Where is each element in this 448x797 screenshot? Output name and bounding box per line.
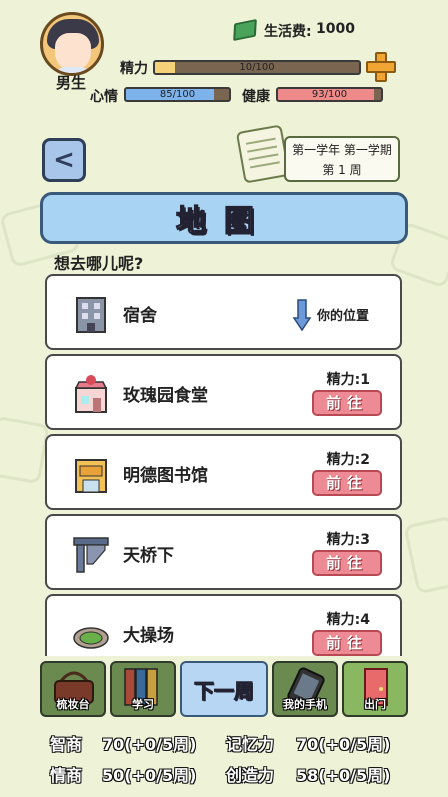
memory-label: 记忆力 <box>226 735 275 754</box>
page-title: 地图 <box>175 203 272 239</box>
health-label: 健康 <box>242 89 270 105</box>
background-decoration <box>403 515 448 595</box>
location-card-library[interactable]: 明德图书馆 精力:2 前往 <box>45 434 402 510</box>
dresser-label: 梳妆台 <box>56 698 90 711</box>
library-icon <box>75 459 107 493</box>
chevron-left-icon: < <box>53 145 75 175</box>
eq-label: 情商 <box>50 766 83 785</box>
location-name: 玫瑰园食堂 <box>123 386 208 406</box>
mood-value: 85/100 <box>159 89 196 100</box>
background-decoration <box>0 415 50 485</box>
location-card-overpass[interactable]: 天桥下 精力:3 前往 <box>45 514 402 590</box>
location-name: 天桥下 <box>123 546 174 566</box>
gender-label: 男生 <box>56 74 87 92</box>
my-phone-button[interactable]: 我的手机 <box>272 661 338 717</box>
my-phone-label: 我的手机 <box>283 698 327 711</box>
energy-cost: 精力:1 <box>326 372 370 388</box>
next-week-label: 下一周 <box>194 678 255 703</box>
go-out-button[interactable]: 出门 <box>342 661 408 717</box>
energy-value: 10/100 <box>239 62 275 73</box>
study-label: 学习 <box>132 698 154 711</box>
sports-field-icon <box>73 627 109 649</box>
player-avatar[interactable] <box>40 12 104 76</box>
energy-cost: 精力:4 <box>326 612 370 628</box>
money-icon <box>233 18 257 42</box>
map-title-banner: 地图 <box>40 192 408 244</box>
location-name: 明德图书馆 <box>123 466 208 486</box>
energy-bar: 10/100 <box>153 60 361 75</box>
destination-prompt: 想去哪儿呢? <box>54 254 144 273</box>
dorm-building-icon <box>76 297 106 333</box>
creativity-value: 58(+0/5周) <box>296 766 391 785</box>
location-name: 大操场 <box>123 626 174 646</box>
go-out-label: 出门 <box>364 698 386 711</box>
cafeteria-icon <box>74 375 108 413</box>
health-value: 93/100 <box>311 89 348 100</box>
go-button[interactable]: 前往 <box>312 470 382 496</box>
add-energy-plus-icon[interactable] <box>366 52 396 82</box>
calendar-notepad-icon <box>235 124 291 184</box>
location-list[interactable]: 宿舍 你的位置 玫瑰园食堂 精力:1 前往 明德图书馆 精力:2 前往 天桥下 … <box>45 274 402 656</box>
energy-cost: 精力:2 <box>326 452 370 468</box>
current-location-arrow-icon <box>293 299 311 332</box>
study-button[interactable]: 学习 <box>110 661 176 717</box>
money-label: 生活费: <box>264 24 312 40</box>
location-card-dorm[interactable]: 宿舍 你的位置 <box>45 274 402 350</box>
dresser-button[interactable]: 梳妆台 <box>40 661 106 717</box>
location-card-sports-field[interactable]: 大操场 精力:4 前往 <box>45 594 402 656</box>
mood-bar: 85/100 <box>124 87 231 102</box>
go-button[interactable]: 前往 <box>312 390 382 416</box>
next-week-button[interactable]: 下一周 <box>180 661 268 717</box>
term-week: 第 1 周 <box>322 163 362 177</box>
location-name: 宿舍 <box>123 306 157 326</box>
term-info: 第一学年 第一学期 第 1 周 <box>284 136 400 182</box>
current-location-label: 你的位置 <box>317 309 370 324</box>
eq-value: 50(+0/5周) <box>102 766 197 785</box>
memory-value: 70(+0/5周) <box>296 735 391 754</box>
money-value: 1000 <box>316 21 355 37</box>
overpass-icon <box>73 537 109 573</box>
iq-value: 70(+0/5周) <box>102 735 197 754</box>
health-bar: 93/100 <box>276 87 383 102</box>
location-card-cafeteria[interactable]: 玫瑰园食堂 精力:1 前往 <box>45 354 402 430</box>
go-button[interactable]: 前往 <box>312 630 382 656</box>
creativity-label: 创造力 <box>226 766 275 785</box>
term-year-semester: 第一学年 第一学期 <box>292 143 392 157</box>
back-button[interactable]: < <box>42 138 86 182</box>
energy-label: 精力 <box>120 61 148 77</box>
iq-label: 智商 <box>50 735 83 754</box>
mood-label: 心情 <box>90 89 118 105</box>
go-button[interactable]: 前往 <box>312 550 382 576</box>
energy-cost: 精力:3 <box>326 532 370 548</box>
